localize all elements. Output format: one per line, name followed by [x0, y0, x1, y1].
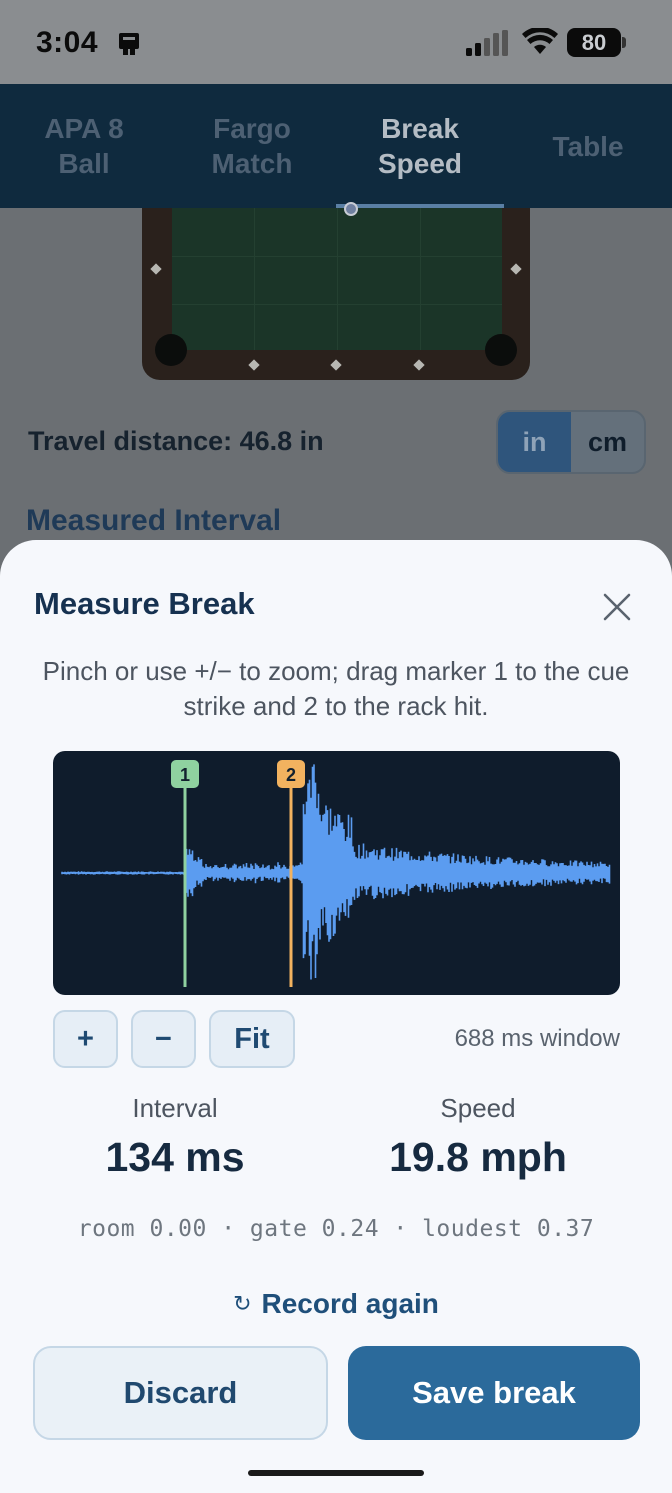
interval-value: 134 ms [105, 1134, 245, 1180]
rail-diamond [510, 263, 522, 275]
wifi-icon [522, 28, 558, 54]
refresh-icon: ↻ [233, 1291, 252, 1316]
interval-label: Interval [132, 1093, 218, 1123]
tab-fargo-match[interactable]: Fargo Match [168, 84, 336, 208]
zoom-in-button[interactable]: + [53, 1010, 118, 1068]
sheet-title: Measure Break [34, 586, 255, 621]
save-break-button[interactable]: Save break [348, 1346, 640, 1440]
unit-toggle: in cm [496, 410, 646, 474]
home-indicator [248, 1470, 424, 1476]
pocket [485, 334, 517, 366]
waveform-trace [61, 764, 611, 980]
cue-ball [344, 202, 358, 216]
rail-diamond [248, 359, 260, 371]
record-again-button[interactable]: ↻ Record again [0, 1288, 672, 1320]
close-icon [603, 593, 631, 621]
audio-levels: room 0.00 · gate 0.24 · loudest 0.37 [77, 1216, 595, 1242]
rail-diamond [330, 359, 342, 371]
status-time: 3:04 [36, 26, 99, 59]
marker-2-label: 2 [286, 765, 296, 785]
close-button[interactable] [596, 586, 638, 628]
zoom-fit-button[interactable]: Fit [209, 1010, 295, 1068]
measured-interval-header: Measured Interval [26, 504, 282, 537]
zoom-out-button[interactable]: − [131, 1010, 196, 1068]
rail-diamond [150, 263, 162, 275]
tab-table[interactable]: Table [504, 84, 672, 208]
battery-level: 80 [567, 28, 621, 57]
waveform-view[interactable]: 12 [53, 751, 620, 995]
cellular-signal-icon [466, 30, 508, 56]
record-again-label: Record again [261, 1288, 439, 1319]
rail-diamond [413, 359, 425, 371]
battery-icon: 80 [567, 28, 627, 57]
window-duration: 688 ms window [454, 1025, 620, 1052]
tab-bar: APA 8 Ball Fargo Match Break Speed Table [0, 84, 672, 208]
discard-button[interactable]: Discard [33, 1346, 328, 1440]
measure-break-sheet: Measure Break Pinch or use +/− to zoom; … [0, 540, 672, 1493]
sim-card-icon [119, 33, 139, 55]
zoom-hint: Pinch or use +/− to zoom; drag marker 1 … [42, 656, 630, 721]
tab-apa-8-ball[interactable]: APA 8 Ball [0, 84, 168, 208]
status-bar: 3:04 80 [0, 0, 672, 84]
speed-value: 19.8 mph [389, 1134, 567, 1180]
marker-1-label: 1 [180, 765, 190, 785]
unit-cm-button[interactable]: cm [571, 412, 644, 472]
speed-label: Speed [440, 1093, 516, 1123]
pool-table-diagram [142, 202, 530, 380]
travel-distance: Travel distance: 46.8 in [28, 426, 324, 456]
tab-break-speed[interactable]: Break Speed [336, 84, 504, 208]
waveform-canvas[interactable]: 12 [53, 751, 620, 995]
break-speed-page: Travel distance: 46.8 in in cm Measured … [0, 202, 672, 548]
unit-in-button[interactable]: in [498, 412, 571, 472]
pocket [155, 334, 187, 366]
